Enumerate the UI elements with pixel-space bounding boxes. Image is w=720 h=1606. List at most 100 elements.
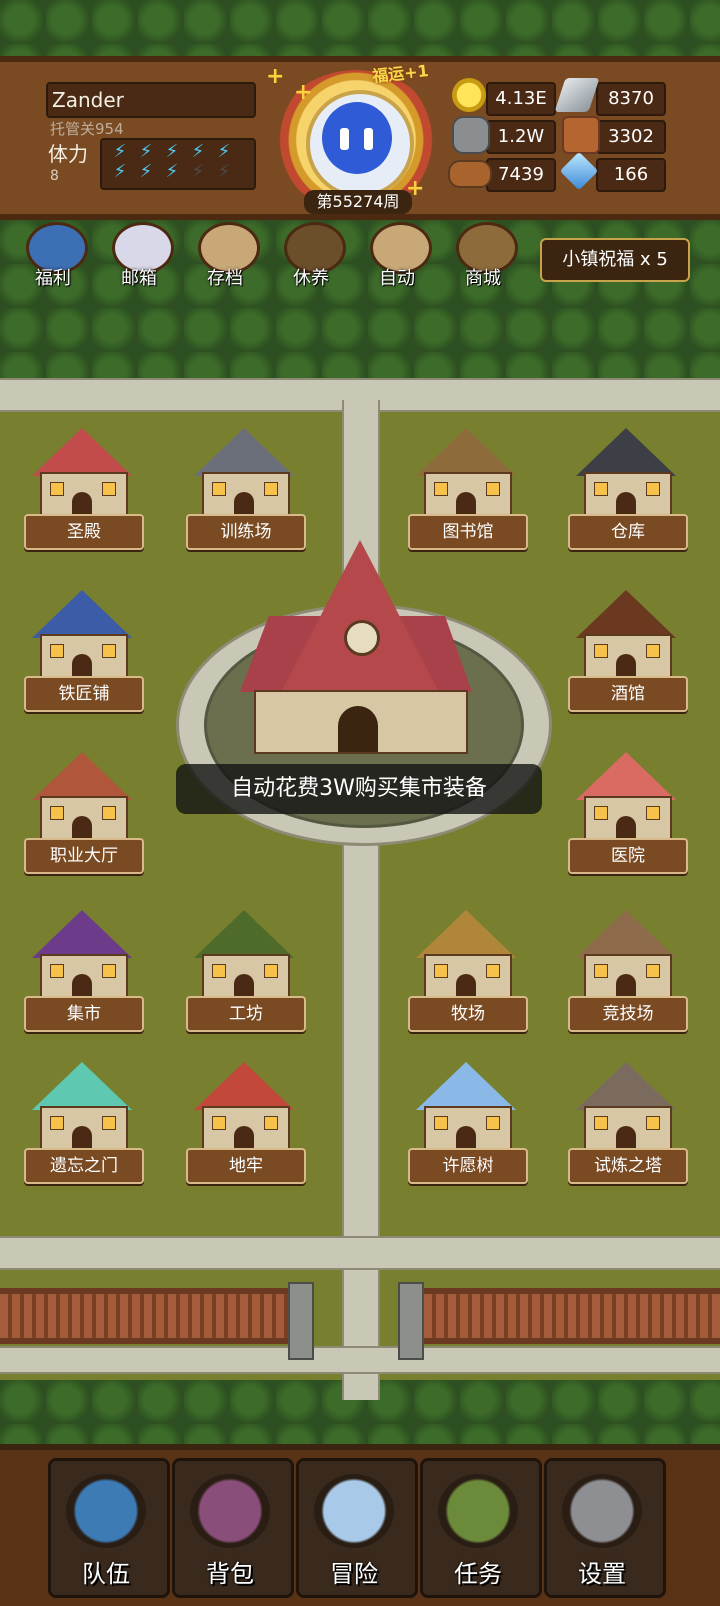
- building-window: [434, 1116, 448, 1130]
- building-roof: [32, 590, 132, 638]
- gear-icon: [562, 1474, 642, 1548]
- building-window: [646, 644, 660, 658]
- stamina-bolt-icon: ⚡: [165, 161, 179, 182]
- building-window: [594, 644, 608, 658]
- building-window: [50, 806, 64, 820]
- week-counter: 第55274周: [304, 190, 412, 214]
- menu-label[interactable]: 存档: [190, 264, 260, 290]
- stamina-bolt-icon: ⚡: [191, 161, 205, 182]
- town-hall-door: [338, 706, 378, 752]
- building-sign-blacksmith[interactable]: 铁匠铺: [24, 676, 144, 712]
- player-name: Zander: [52, 88, 124, 112]
- building-window: [264, 1116, 278, 1130]
- building-window: [594, 964, 608, 978]
- building-sign-ranch[interactable]: 牧场: [408, 996, 528, 1032]
- town-hall-window: [344, 620, 380, 656]
- tab-label: 设置: [578, 1560, 626, 1588]
- building-roof: [194, 1062, 294, 1110]
- menu-label[interactable]: 休养: [276, 264, 346, 290]
- building-roof: [32, 428, 132, 476]
- gate-post-left: [288, 1282, 314, 1360]
- stamina-value: 8: [50, 168, 59, 184]
- tab-label: 冒险: [330, 1560, 378, 1588]
- building-window: [102, 806, 116, 820]
- building-window: [646, 1116, 660, 1130]
- fence-right: [424, 1288, 720, 1344]
- building-sign-class-hall[interactable]: 职业大厅: [24, 838, 144, 874]
- menu-label[interactable]: 邮箱: [104, 264, 174, 290]
- building-window: [434, 482, 448, 496]
- building-roof: [416, 1062, 516, 1110]
- building-sign-gate-of-oblivion[interactable]: 遗忘之门: [24, 1148, 144, 1184]
- menu-label[interactable]: 商城: [448, 264, 518, 290]
- building-window: [50, 964, 64, 978]
- building-roof: [416, 428, 516, 476]
- building-window: [434, 964, 448, 978]
- stamina-label: 体力: [48, 142, 88, 166]
- building-window: [646, 964, 660, 978]
- sparkle-icon: +: [266, 64, 285, 89]
- building-sign-library[interactable]: 图书馆: [408, 514, 528, 550]
- building-sign-dungeon[interactable]: 地牢: [186, 1148, 306, 1184]
- building-roof: [576, 428, 676, 476]
- team-helmet-icon: [66, 1474, 146, 1548]
- building-sign-trial-tower[interactable]: 试炼之塔: [568, 1148, 688, 1184]
- hosted-level-label: 托管关954: [50, 120, 124, 138]
- backpack-icon: [190, 1474, 270, 1548]
- building-window: [594, 806, 608, 820]
- resource-crystal: 166: [596, 158, 666, 192]
- building-sign-wishing-tree[interactable]: 许愿树: [408, 1148, 528, 1184]
- gate-post-right: [398, 1282, 424, 1360]
- building-window: [102, 482, 116, 496]
- building-roof: [32, 910, 132, 958]
- building-window: [264, 964, 278, 978]
- building-sign-hospital[interactable]: 医院: [568, 838, 688, 874]
- resource-gold: 4.13E: [486, 82, 556, 116]
- resource-leather: 3302: [596, 120, 666, 154]
- building-roof: [576, 752, 676, 800]
- town-blessing-button[interactable]: 小镇祝福 x 5: [540, 238, 690, 282]
- building-roof: [416, 910, 516, 958]
- building-window: [102, 644, 116, 658]
- building-sign-warehouse[interactable]: 仓库: [568, 514, 688, 550]
- avatar-eye-left: [340, 128, 349, 150]
- building-sign-tavern[interactable]: 酒馆: [568, 676, 688, 712]
- building-sign-market[interactable]: 集市: [24, 996, 144, 1032]
- path-bottom: [0, 1236, 720, 1270]
- building-window: [594, 1116, 608, 1130]
- stamina-bolt-icon: ⚡: [217, 141, 231, 162]
- building-window: [212, 1116, 226, 1130]
- building-roof: [32, 1062, 132, 1110]
- menu-label[interactable]: 福利: [18, 264, 88, 290]
- stamina-bolt-icon: ⚡: [217, 161, 231, 182]
- building-window: [102, 964, 116, 978]
- tab-label: 任务: [454, 1560, 502, 1588]
- building-roof: [194, 910, 294, 958]
- building-sign-workshop[interactable]: 工坊: [186, 996, 306, 1032]
- building-sign-arena[interactable]: 竞技场: [568, 996, 688, 1032]
- building-roof: [194, 428, 294, 476]
- wood-log-icon: [448, 160, 492, 188]
- stamina-bolt-icon: ⚡: [139, 141, 153, 162]
- menu-label[interactable]: 自动: [362, 264, 432, 290]
- tab-label: 队伍: [82, 1560, 130, 1588]
- stamina-bolt-icon: ⚡: [113, 161, 127, 182]
- sparkle-icon: +: [294, 80, 313, 105]
- tab-label: 背包: [206, 1560, 254, 1588]
- building-window: [212, 482, 226, 496]
- building-window: [102, 1116, 116, 1130]
- crossed-swords-icon: [314, 1474, 394, 1548]
- building-window: [486, 964, 500, 978]
- resource-iron: 8370: [596, 82, 666, 116]
- resource-stone: 1.2W: [486, 120, 556, 154]
- stone-ore-icon: [452, 116, 490, 154]
- building-sign-sanctuary[interactable]: 圣殿: [24, 514, 144, 550]
- building-window: [50, 644, 64, 658]
- building-sign-training-ground[interactable]: 训练场: [186, 514, 306, 550]
- building-window: [486, 482, 500, 496]
- building-roof: [576, 590, 676, 638]
- leather-icon: [562, 116, 600, 154]
- avatar-eye-right: [364, 128, 373, 150]
- avatar-face: [322, 102, 392, 174]
- building-window: [594, 482, 608, 496]
